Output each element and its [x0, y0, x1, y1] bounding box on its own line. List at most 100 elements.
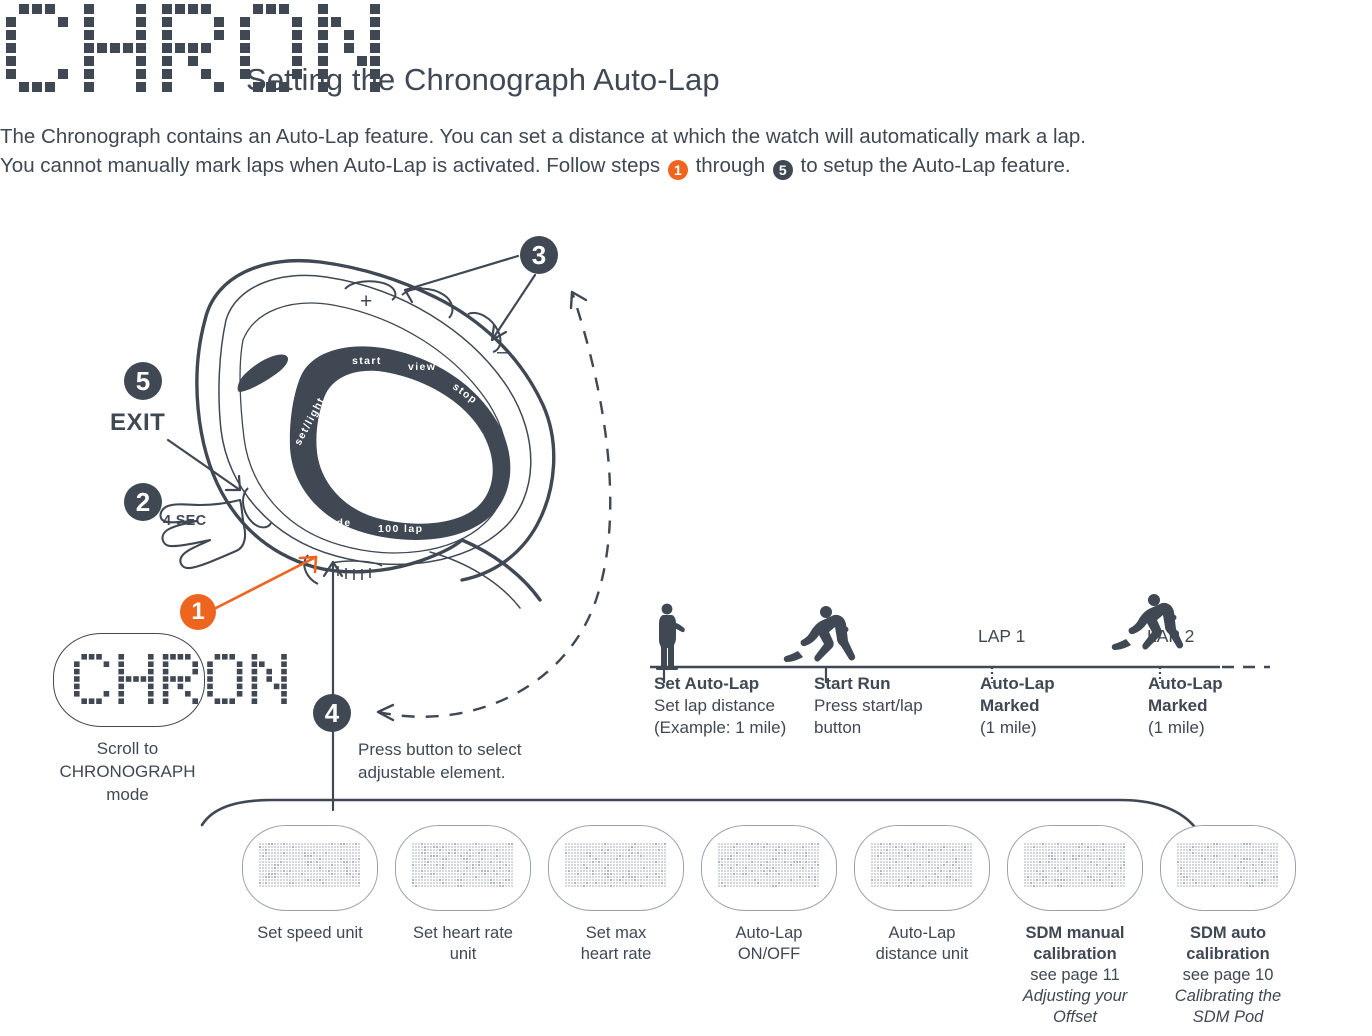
exit-label: EXIT	[110, 409, 166, 436]
chron-mode-caption: Scroll to CHRONOGRAPH mode	[40, 737, 215, 806]
chron-logo-pixels	[6, 4, 380, 92]
lcd-bezel	[701, 825, 837, 911]
running-person-icon	[783, 606, 856, 662]
caption-line: unit	[449, 945, 477, 963]
event-line-3: (Example: 1 mile)	[654, 718, 787, 737]
lcd-bezel	[1160, 825, 1296, 911]
settings-screen-7[interactable]: SDM auto calibration see page 10 Calibratin…	[1158, 825, 1298, 1028]
event-title: Auto-Lap	[1148, 674, 1223, 693]
intro-line2-part-b: through	[695, 154, 766, 177]
intro-paragraph-line-2: You cannot manually mark laps when Auto-…	[0, 151, 1071, 180]
step-badge-2: 2	[124, 483, 162, 521]
lcd-dot-matrix	[718, 843, 819, 887]
minus-button-mark: –	[497, 340, 509, 363]
lcd-bezel	[1007, 825, 1143, 911]
caption-line: SDM auto	[1189, 924, 1267, 942]
settings-screen-4[interactable]: Auto-Lap ON/OFF	[699, 825, 839, 965]
swoosh-icon	[237, 354, 289, 392]
bezel-label-mode: mode	[318, 517, 352, 529]
step-badge-4: 4	[313, 694, 351, 732]
caption-line: Set heart rate	[413, 924, 513, 942]
caption-line: Adjusting your	[1022, 987, 1128, 1005]
lap-marker-2: LAP 2	[1147, 626, 1195, 646]
bezel-label-start: start	[352, 355, 382, 367]
settings-screen-1[interactable]: Set speed unit	[240, 825, 380, 944]
lcd-bezel	[242, 825, 378, 911]
step-badge-5: 5	[124, 362, 162, 400]
intro-paragraph-line-1: The Chronograph contains an Auto-Lap fea…	[0, 125, 1086, 148]
bezel-label-view: view	[408, 361, 436, 373]
timeline-event-set-auto-lap: Set Auto-Lap Set lap distance (Example: …	[654, 673, 819, 739]
event-line-3: (1 mile)	[1148, 718, 1205, 737]
timeline-event-auto-lap-2: Auto-Lap Marked (1 mile)	[1148, 673, 1313, 739]
event-line-2: Marked	[1148, 696, 1208, 715]
settings-screen-caption: Auto-Lap ON/OFF	[699, 923, 839, 965]
select-element-caption: Press button to select adjustable elemen…	[358, 738, 521, 784]
standing-person-icon	[656, 603, 685, 670]
caption-line: Set speed unit	[257, 924, 363, 942]
caption-line: ON/OFF	[737, 945, 801, 963]
lcd-bezel	[548, 825, 684, 911]
bezel-label-100lap: 100 lap	[378, 523, 423, 535]
settings-screen-caption: SDM auto calibration see page 10 Calibratin…	[1158, 923, 1298, 1028]
chronograph-mode-display	[53, 633, 287, 727]
intro-line2-part-a: You cannot manually mark laps when Auto-…	[0, 154, 661, 177]
step3-leader-right	[490, 273, 537, 342]
caption-line: SDM Pod	[1192, 1008, 1264, 1026]
lcd-dot-matrix	[871, 843, 972, 887]
step-badge-3: 3	[520, 236, 558, 274]
select-caption-line-1: Press button to select	[358, 740, 522, 759]
caption-line: heart rate	[580, 945, 652, 963]
hold-duration-label: 4 SEC	[163, 513, 207, 529]
settings-screen-caption: Set heart rate unit	[393, 923, 533, 965]
lcd-dot-matrix	[565, 843, 666, 887]
step3-leader-left	[403, 254, 520, 292]
settings-screen-caption: Set speed unit	[240, 923, 380, 944]
settings-screen-2[interactable]: Set heart rate unit	[393, 825, 533, 965]
plus-button-mark: +	[360, 290, 373, 313]
step1-orange-arrow	[214, 555, 318, 610]
caption-line: calibration	[1033, 945, 1117, 963]
lcd-dot-matrix	[1024, 843, 1125, 887]
lcd-bezel	[854, 825, 990, 911]
event-line-3: (1 mile)	[980, 718, 1037, 737]
lcd-dot-matrix	[259, 843, 360, 887]
page-title: Setting the Chronograph Auto-Lap	[246, 62, 720, 97]
settings-screens-row: Set speed unit Set heart rate unit Set max h…	[0, 800, 1372, 1036]
lcd-bezel	[395, 825, 531, 911]
caption-line: distance unit	[875, 945, 969, 963]
event-line-2: Press start/lap	[814, 696, 923, 715]
caption-line: Set max	[585, 924, 647, 942]
caption-line: Auto-Lap	[888, 924, 956, 942]
lcd-dot-matrix	[1177, 843, 1278, 887]
chron-lcd-text	[74, 654, 287, 704]
caption-line: SDM manual	[1025, 924, 1125, 942]
chron-caption-line-1: Scroll to	[96, 739, 159, 758]
step-badge-1: 1	[180, 594, 216, 630]
caption-line: calibration	[1186, 945, 1270, 963]
event-line-2: Marked	[980, 696, 1040, 715]
caption-line: Auto-Lap	[735, 924, 803, 942]
auto-lap-timeline: LAP 1 LAP 2 Set Auto-Lap Set lap distanc…	[650, 585, 1270, 765]
caption-line: see page 10	[1182, 966, 1274, 984]
settings-screen-5[interactable]: Auto-Lap distance unit	[852, 825, 992, 965]
chron-logo	[6, 4, 380, 100]
intro-line2-part-c: to setup the Auto-Lap feature.	[800, 154, 1071, 177]
event-line-3: button	[814, 718, 862, 737]
settings-screen-3[interactable]: Set max heart rate	[546, 825, 686, 965]
timeline-event-start-run: Start Run Press start/lap button	[814, 673, 979, 739]
event-title: Auto-Lap	[980, 674, 1055, 693]
select-caption-line-2: adjustable element.	[358, 763, 506, 782]
caption-line: Offset	[1052, 1008, 1097, 1026]
step4-trunk-line	[322, 560, 344, 812]
event-line-2: Set lap distance	[654, 696, 775, 715]
step-badge-1-inline: 1	[667, 160, 688, 180]
caption-line: Calibrating the	[1174, 987, 1282, 1005]
caption-line: see page 11	[1030, 966, 1120, 984]
step-badge-5-inline: 5	[772, 160, 793, 180]
settings-screen-6[interactable]: SDM manual calibration see page 11 Adjustin…	[1005, 825, 1145, 1028]
settings-screen-caption: Set max heart rate	[546, 923, 686, 965]
chron-caption-line-2: CHRONOGRAPH	[59, 762, 196, 781]
lcd-dot-matrix	[412, 843, 513, 887]
event-title: Set Auto-Lap	[654, 674, 760, 693]
